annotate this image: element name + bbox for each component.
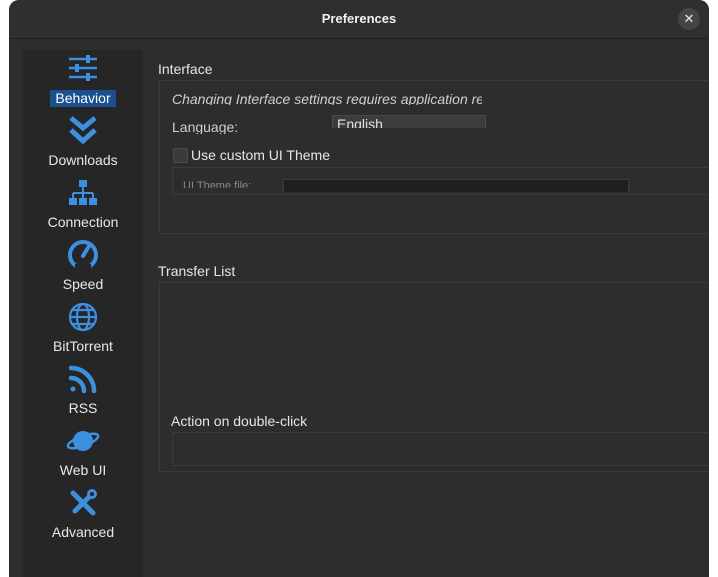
interface-section-title: Interface bbox=[158, 61, 213, 77]
double-click-action-title: Action on double-click bbox=[171, 413, 308, 429]
transfer-list-section-title: Transfer List bbox=[158, 263, 236, 279]
rss-icon bbox=[68, 365, 97, 394]
sidebar-item-label: Speed bbox=[62, 276, 104, 292]
tools-icon bbox=[70, 489, 97, 516]
sidebar-item-label: BitTorrent bbox=[53, 338, 113, 354]
title-bar: Preferences ✕ bbox=[9, 0, 709, 39]
language-select-value: English bbox=[337, 116, 383, 128]
globe-icon bbox=[68, 302, 98, 332]
sidebar-item-downloads[interactable]: Downloads bbox=[23, 112, 143, 174]
preferences-window: Preferences ✕ Behavior Downloads Connect… bbox=[9, 0, 709, 577]
double-chevron-down-icon bbox=[69, 116, 97, 145]
custom-ui-theme-checkbox[interactable] bbox=[173, 148, 188, 163]
close-icon: ✕ bbox=[683, 11, 695, 26]
category-sidebar: Behavior Downloads Connection Speed BitT… bbox=[23, 50, 143, 577]
language-label: Language: bbox=[172, 119, 239, 134]
sliders-icon bbox=[69, 55, 97, 81]
restart-required-note: Changing Interface settings requires app… bbox=[172, 91, 482, 105]
sidebar-item-label: Connection bbox=[47, 214, 119, 230]
sidebar-item-label: Downloads bbox=[48, 152, 118, 168]
interface-group: Changing Interface settings requires app… bbox=[159, 80, 709, 234]
sidebar-item-web-ui[interactable]: Web UI bbox=[23, 422, 143, 484]
behavior-settings-panel: Interface Changing Interface settings re… bbox=[143, 50, 709, 577]
speedometer-icon bbox=[68, 240, 98, 270]
sidebar-item-connection[interactable]: Connection bbox=[23, 174, 143, 236]
theme-file-path-input[interactable] bbox=[283, 179, 629, 192]
sidebar-item-speed[interactable]: Speed bbox=[23, 236, 143, 298]
sidebar-item-advanced[interactable]: Advanced bbox=[23, 484, 143, 546]
sidebar-item-rss[interactable]: RSS bbox=[23, 360, 143, 422]
sidebar-item-behavior[interactable]: Behavior bbox=[23, 50, 143, 112]
network-tree-icon bbox=[69, 180, 97, 205]
custom-ui-theme-label: Use custom UI Theme bbox=[191, 147, 331, 163]
sidebar-item-label: Advanced bbox=[51, 524, 115, 540]
double-click-action-group bbox=[172, 432, 709, 466]
theme-file-label: UI Theme file: bbox=[183, 180, 252, 188]
window-title: Preferences bbox=[321, 11, 397, 26]
sidebar-item-bittorrent[interactable]: BitTorrent bbox=[23, 298, 143, 360]
sidebar-item-label: RSS bbox=[68, 400, 98, 416]
language-select[interactable]: English bbox=[332, 115, 486, 128]
planet-icon bbox=[66, 431, 100, 451]
transfer-list-group: Action on double-click bbox=[159, 282, 709, 472]
sidebar-item-label: Web UI bbox=[59, 462, 107, 478]
theme-file-group: UI Theme file: bbox=[172, 167, 709, 195]
close-button[interactable]: ✕ bbox=[678, 8, 700, 30]
sidebar-item-label: Behavior bbox=[50, 90, 116, 107]
